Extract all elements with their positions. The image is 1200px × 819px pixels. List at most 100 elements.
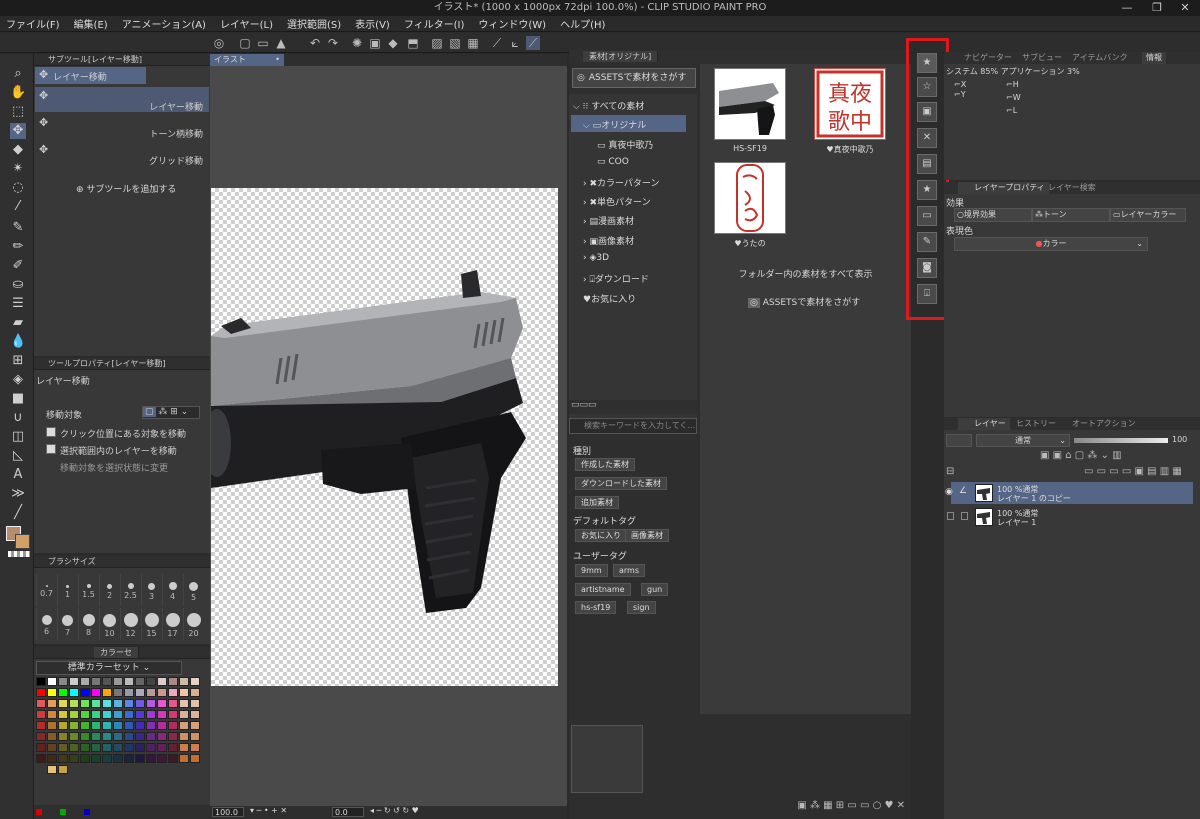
color-swatch[interactable]	[58, 688, 68, 697]
color-swatch[interactable]	[91, 710, 101, 719]
color-swatch[interactable]	[146, 677, 156, 686]
color-swatch[interactable]	[113, 732, 123, 741]
minimize-button[interactable]: —	[1112, 0, 1142, 16]
new-file-icon[interactable]: ▢	[238, 36, 252, 50]
tab-layer[interactable]: レイヤー	[958, 418, 1010, 430]
border-icon[interactable]: ▦	[466, 36, 480, 50]
menu-animation[interactable]: アニメーション(A)	[122, 16, 206, 31]
color-swatch[interactable]	[124, 688, 134, 697]
color-swatch[interactable]	[58, 721, 68, 730]
tag-artistname[interactable]: artistname	[575, 583, 631, 596]
color-swatch[interactable]	[179, 710, 189, 719]
color-swatch[interactable]	[36, 743, 46, 752]
color-swatch[interactable]	[135, 721, 145, 730]
eye-off-icon[interactable]	[947, 512, 954, 520]
color-swatch[interactable]	[102, 677, 112, 686]
folder-toolbar[interactable]: ▭▭▭	[569, 400, 697, 414]
tag-gun[interactable]: gun	[641, 583, 669, 596]
add-subtool-button[interactable]: ⊕ サブツールを追加する	[76, 182, 176, 195]
color-swatch[interactable]	[36, 688, 46, 697]
ruler-snap-icon[interactable]: ⟋	[490, 36, 504, 50]
color-swatch[interactable]	[47, 699, 57, 708]
color-swatch[interactable]	[168, 688, 178, 697]
menu-edit[interactable]: 編集(E)	[74, 16, 108, 31]
menu-help[interactable]: ヘルプ(H)	[560, 16, 605, 31]
sub-color-swatch[interactable]	[15, 534, 30, 549]
color-swatch[interactable]	[190, 743, 200, 752]
color-swatch[interactable]	[36, 677, 46, 686]
color-swatch[interactable]	[80, 688, 90, 697]
color-swatch[interactable]	[80, 721, 90, 730]
tab-close-icon[interactable]: •	[275, 54, 280, 66]
expression-color-select[interactable]: ●カラー ⌄	[954, 237, 1148, 251]
color-swatch[interactable]	[47, 754, 57, 763]
subtool-tab[interactable]: ✥ レイヤー移動	[35, 67, 146, 84]
color-swatch[interactable]	[36, 710, 46, 719]
color-swatch[interactable]	[80, 732, 90, 741]
color-swatch[interactable]	[47, 688, 57, 697]
color-swatch[interactable]	[168, 754, 178, 763]
subtool-item-tone-move[interactable]: ✥ トーン柄移動	[35, 114, 209, 140]
tree-original[interactable]: ⌵ ▭オリジナル	[583, 118, 646, 131]
color-swatch[interactable]	[47, 721, 57, 730]
color-swatch[interactable]	[69, 754, 79, 763]
tab-info[interactable]: 情報	[1142, 52, 1166, 64]
color-swatch[interactable]	[58, 710, 68, 719]
tab-color-set[interactable]: カラーセ	[94, 647, 139, 658]
move-target-select[interactable]: ▢ ⁂ ⊞ ⌄	[142, 406, 200, 419]
material-search-input[interactable]: 検索キーワードを入力してく...	[569, 418, 697, 434]
color-swatch[interactable]	[146, 699, 156, 708]
rotation-field[interactable]: 0.0	[332, 807, 364, 817]
color-swatch[interactable]	[146, 688, 156, 697]
color-swatch[interactable]	[113, 743, 123, 752]
hand-tool-icon[interactable]: ✋	[10, 85, 26, 101]
eye-icon[interactable]: ◉	[945, 487, 953, 497]
material-footer-tools[interactable]: ▣ ⁂ ▦ ⊞ ▭ ▭ ○ ♥ ✕	[700, 800, 911, 816]
brush-size-cell[interactable]: 12	[120, 608, 140, 640]
brush-size-cell[interactable]: 2	[99, 574, 119, 606]
zoom-field[interactable]: 100.0	[212, 807, 244, 817]
tree-folder-coo[interactable]: ▭ COO	[597, 157, 629, 167]
color-swatch[interactable]	[146, 710, 156, 719]
color-swatch[interactable]	[157, 743, 167, 752]
brush-size-cell[interactable]: 20	[183, 608, 203, 640]
color-swatch[interactable]	[80, 699, 90, 708]
color-swatch[interactable]	[179, 688, 189, 697]
edit-lock-icon[interactable]	[961, 512, 968, 520]
color-swatch[interactable]	[124, 732, 134, 741]
tab-item-bank[interactable]: アイテムバンク	[1072, 52, 1128, 64]
fill-icon[interactable]: ◆	[386, 36, 400, 50]
canvas-tab[interactable]: イラスト •	[210, 54, 284, 66]
subtool-item-grid-move[interactable]: ✥ グリッド移動	[35, 141, 209, 167]
clear-icon[interactable]: ✺	[350, 36, 364, 50]
menu-file[interactable]: ファイル(F)	[6, 16, 60, 31]
color-swatch[interactable]	[58, 699, 68, 708]
color-swatch[interactable]	[69, 743, 79, 752]
tag-downloaded-material[interactable]: ダウンロードした素材	[575, 477, 667, 490]
color-swatch[interactable]	[135, 688, 145, 697]
color-swatch[interactable]	[69, 732, 79, 741]
brush-size-cell[interactable]: 1.5	[78, 574, 98, 606]
color-swatch[interactable]	[157, 677, 167, 686]
color-set-select[interactable]: 標準カラーセット ⌄	[36, 661, 182, 675]
color-swatch[interactable]	[58, 743, 68, 752]
color-swatch[interactable]	[124, 699, 134, 708]
layer-menu-icon[interactable]: ⊟	[946, 466, 954, 477]
color-swatch[interactable]	[113, 721, 123, 730]
text-tool-icon[interactable]: A	[10, 467, 26, 483]
tree-folder-mayonaka[interactable]: ▭ 真夜中歌乃	[597, 138, 653, 151]
brush-size-cell[interactable]: 0.7	[36, 574, 56, 606]
save-icon[interactable]: ▲	[274, 36, 288, 50]
material-thumb-hs-sf19[interactable]	[714, 68, 786, 140]
canvas[interactable]	[203, 188, 558, 686]
tab-material[interactable]: 素材[オリジナル]	[583, 51, 659, 62]
color-swatch[interactable]	[124, 721, 134, 730]
tag-created-material[interactable]: 作成した素材	[575, 458, 635, 471]
tag-image-material[interactable]: 画像素材	[625, 529, 669, 542]
color-swatch[interactable]	[102, 688, 112, 697]
open-file-icon[interactable]: ▭	[256, 36, 270, 50]
brush-size-cell[interactable]: 7	[57, 608, 77, 640]
color-swatch[interactable]	[168, 743, 178, 752]
pen-tool-icon[interactable]: ✎	[10, 220, 26, 236]
color-swatch[interactable]	[157, 688, 167, 697]
